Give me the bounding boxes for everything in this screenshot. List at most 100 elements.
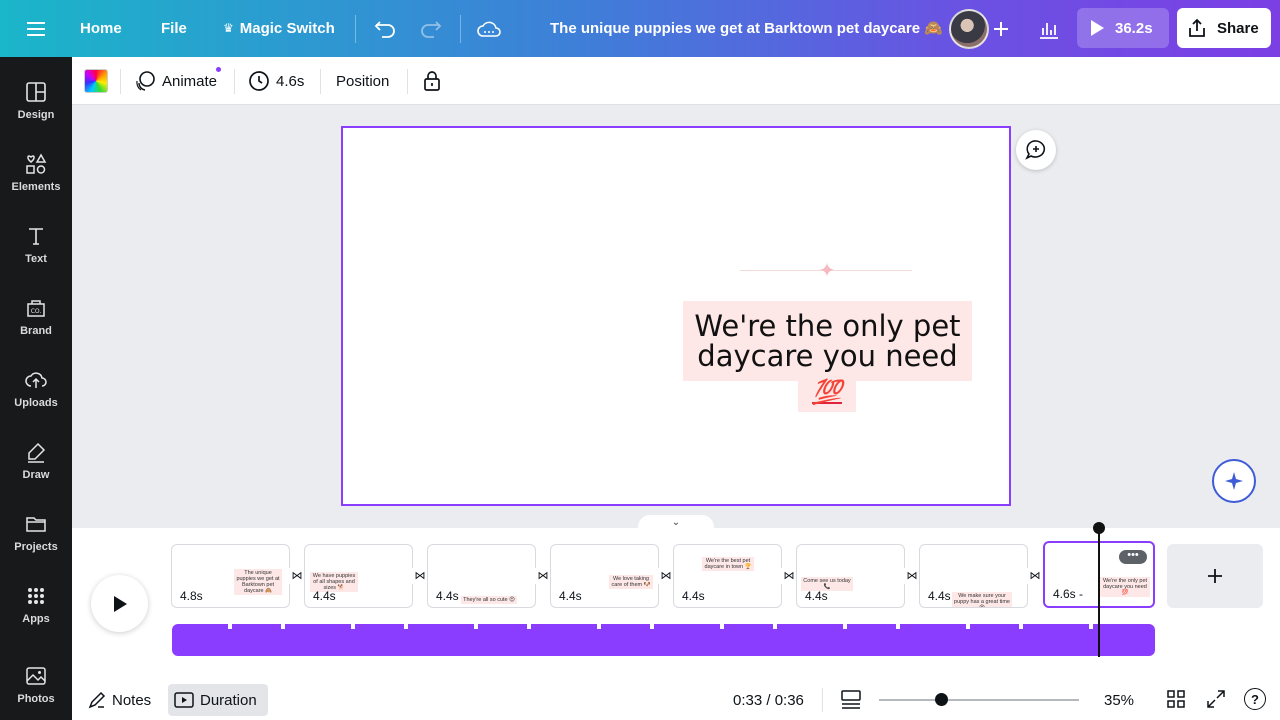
page-thumbnail[interactable]: We love taking care of them 🐶 4.4s bbox=[550, 544, 659, 608]
notes-icon bbox=[88, 691, 106, 709]
sidebar: Design Elements Text CO. Brand Uploads D… bbox=[0, 57, 72, 720]
redo-icon[interactable] bbox=[416, 14, 446, 44]
file-menu[interactable]: File bbox=[161, 0, 187, 57]
audio-track[interactable] bbox=[172, 624, 1155, 656]
divider bbox=[460, 15, 461, 43]
share-button[interactable]: Share bbox=[1177, 8, 1271, 48]
playhead[interactable] bbox=[1098, 527, 1100, 657]
animate-new-dot bbox=[216, 67, 221, 72]
transition-icon[interactable]: ⋈ bbox=[412, 568, 428, 584]
text-icon bbox=[29, 228, 43, 245]
play-button[interactable] bbox=[91, 575, 148, 632]
divider bbox=[234, 69, 235, 94]
grid-view-icon[interactable] bbox=[1166, 689, 1186, 709]
divider bbox=[320, 69, 321, 94]
transition-icon[interactable]: ⋈ bbox=[904, 568, 920, 584]
analytics-icon[interactable] bbox=[1034, 14, 1064, 44]
playhead-handle[interactable] bbox=[1093, 522, 1105, 534]
apps-icon bbox=[28, 588, 44, 604]
page-duration: 4.4s bbox=[805, 589, 828, 603]
divider bbox=[355, 15, 356, 43]
sidebar-item-draw[interactable]: Draw bbox=[0, 432, 72, 500]
timing-button[interactable]: 4.6s bbox=[248, 57, 304, 105]
beat-marker bbox=[896, 624, 900, 629]
add-page-button[interactable] bbox=[1167, 544, 1263, 608]
sidebar-item-elements[interactable]: Elements bbox=[0, 144, 72, 212]
design-canvas[interactable]: ✦ We're the only pet daycare you need 💯 bbox=[341, 126, 1011, 506]
transition-icon[interactable]: ⋈ bbox=[658, 568, 674, 584]
play-icon bbox=[113, 595, 127, 612]
beat-marker bbox=[650, 624, 654, 629]
page-more-options-icon[interactable]: ••• bbox=[1119, 550, 1147, 564]
add-comment-icon[interactable] bbox=[1016, 130, 1056, 170]
beat-marker bbox=[1089, 624, 1093, 629]
color-picker-swatch[interactable] bbox=[84, 69, 108, 93]
clock-icon bbox=[249, 71, 269, 91]
page-thumbnail[interactable]: We're the best pet daycare in town 🏆 4.4… bbox=[673, 544, 782, 608]
undo-icon[interactable] bbox=[370, 14, 400, 44]
transition-icon[interactable]: ⋈ bbox=[535, 568, 551, 584]
home-button[interactable]: Home bbox=[80, 0, 122, 57]
magic-switch-button[interactable]: ♛ Magic Switch bbox=[223, 0, 335, 57]
notes-label: Notes bbox=[112, 691, 152, 709]
sidebar-item-design[interactable]: Design bbox=[0, 72, 72, 140]
fullscreen-icon[interactable] bbox=[1206, 689, 1226, 709]
avatar[interactable] bbox=[949, 9, 989, 49]
help-icon[interactable]: ? bbox=[1244, 688, 1266, 710]
notes-button[interactable]: Notes bbox=[88, 684, 151, 716]
divider bbox=[822, 688, 823, 712]
position-button[interactable]: Position bbox=[336, 57, 389, 105]
beat-marker bbox=[474, 624, 478, 629]
sidebar-item-apps[interactable]: Apps bbox=[0, 576, 72, 644]
sidebar-label: Design bbox=[17, 109, 55, 121]
top-bar: Home File ♛ Magic Switch The unique pupp… bbox=[0, 0, 1280, 57]
sidebar-item-brand[interactable]: CO. Brand bbox=[0, 288, 72, 356]
sidebar-label: Uploads bbox=[14, 397, 58, 409]
animate-button[interactable]: Animate bbox=[134, 57, 221, 105]
svg-text:CO.: CO. bbox=[31, 308, 42, 315]
photos-icon bbox=[26, 667, 46, 685]
duration-button[interactable]: Duration bbox=[168, 684, 268, 716]
play-icon bbox=[1091, 20, 1104, 36]
upload-icon bbox=[25, 372, 47, 388]
sidebar-item-text[interactable]: Text bbox=[0, 216, 72, 284]
thumbnail-text: We're the only pet daycare you need 💯 bbox=[1100, 577, 1150, 597]
sidebar-item-uploads[interactable]: Uploads bbox=[0, 360, 72, 428]
add-collaborator-icon[interactable] bbox=[986, 14, 1016, 44]
page-view-icon[interactable] bbox=[840, 688, 862, 710]
duration-label: Duration bbox=[200, 691, 257, 709]
canvas-emoji[interactable]: 💯 bbox=[798, 374, 856, 412]
lock-icon[interactable] bbox=[422, 57, 442, 105]
cloud-save-icon[interactable] bbox=[474, 14, 504, 44]
sidebar-item-projects[interactable]: Projects bbox=[0, 504, 72, 572]
brand-icon: CO. bbox=[27, 300, 45, 317]
document-title[interactable]: The unique puppies we get at Barktown pe… bbox=[550, 0, 943, 57]
page-thumbnail[interactable]: They're all so cute 😍 4.4s bbox=[427, 544, 536, 608]
zoom-level[interactable]: 35% bbox=[1104, 684, 1134, 716]
page-thumbnail[interactable]: We have puppies of all shapes and sizes … bbox=[304, 544, 413, 608]
collapse-chevron-icon[interactable]: ⌄ bbox=[638, 515, 714, 529]
zoom-slider-handle[interactable] bbox=[935, 693, 948, 706]
transition-icon[interactable]: ⋈ bbox=[781, 568, 797, 584]
beat-marker bbox=[351, 624, 355, 629]
transition-icon[interactable]: ⋈ bbox=[289, 568, 305, 584]
sidebar-item-photos[interactable]: Photos bbox=[0, 656, 72, 720]
page-thumbnail[interactable]: The unique puppies we get at Barktown pe… bbox=[171, 544, 290, 608]
hamburger-icon[interactable] bbox=[21, 14, 51, 44]
page-duration: 4.4s bbox=[682, 589, 705, 603]
draw-icon bbox=[28, 442, 46, 463]
page-thumbnail[interactable]: We make sure your puppy has a great time… bbox=[919, 544, 1028, 608]
sidebar-label: Apps bbox=[22, 613, 50, 625]
divider bbox=[407, 69, 408, 94]
magic-assistant-icon[interactable] bbox=[1212, 459, 1256, 503]
magic-switch-label: Magic Switch bbox=[239, 20, 335, 37]
present-button[interactable]: 36.2s bbox=[1077, 8, 1169, 48]
beat-marker bbox=[966, 624, 970, 629]
beat-marker bbox=[228, 624, 232, 629]
playback-time: 0:33 / 0:36 bbox=[733, 691, 804, 709]
page-thumbnail[interactable]: Come see us today 📞 4.4s bbox=[796, 544, 905, 608]
beat-marker bbox=[843, 624, 847, 629]
canvas-headline[interactable]: We're the only pet daycare you need bbox=[683, 311, 972, 371]
transition-icon[interactable]: ⋈ bbox=[1027, 568, 1043, 584]
zoom-slider-track[interactable] bbox=[879, 699, 1079, 701]
